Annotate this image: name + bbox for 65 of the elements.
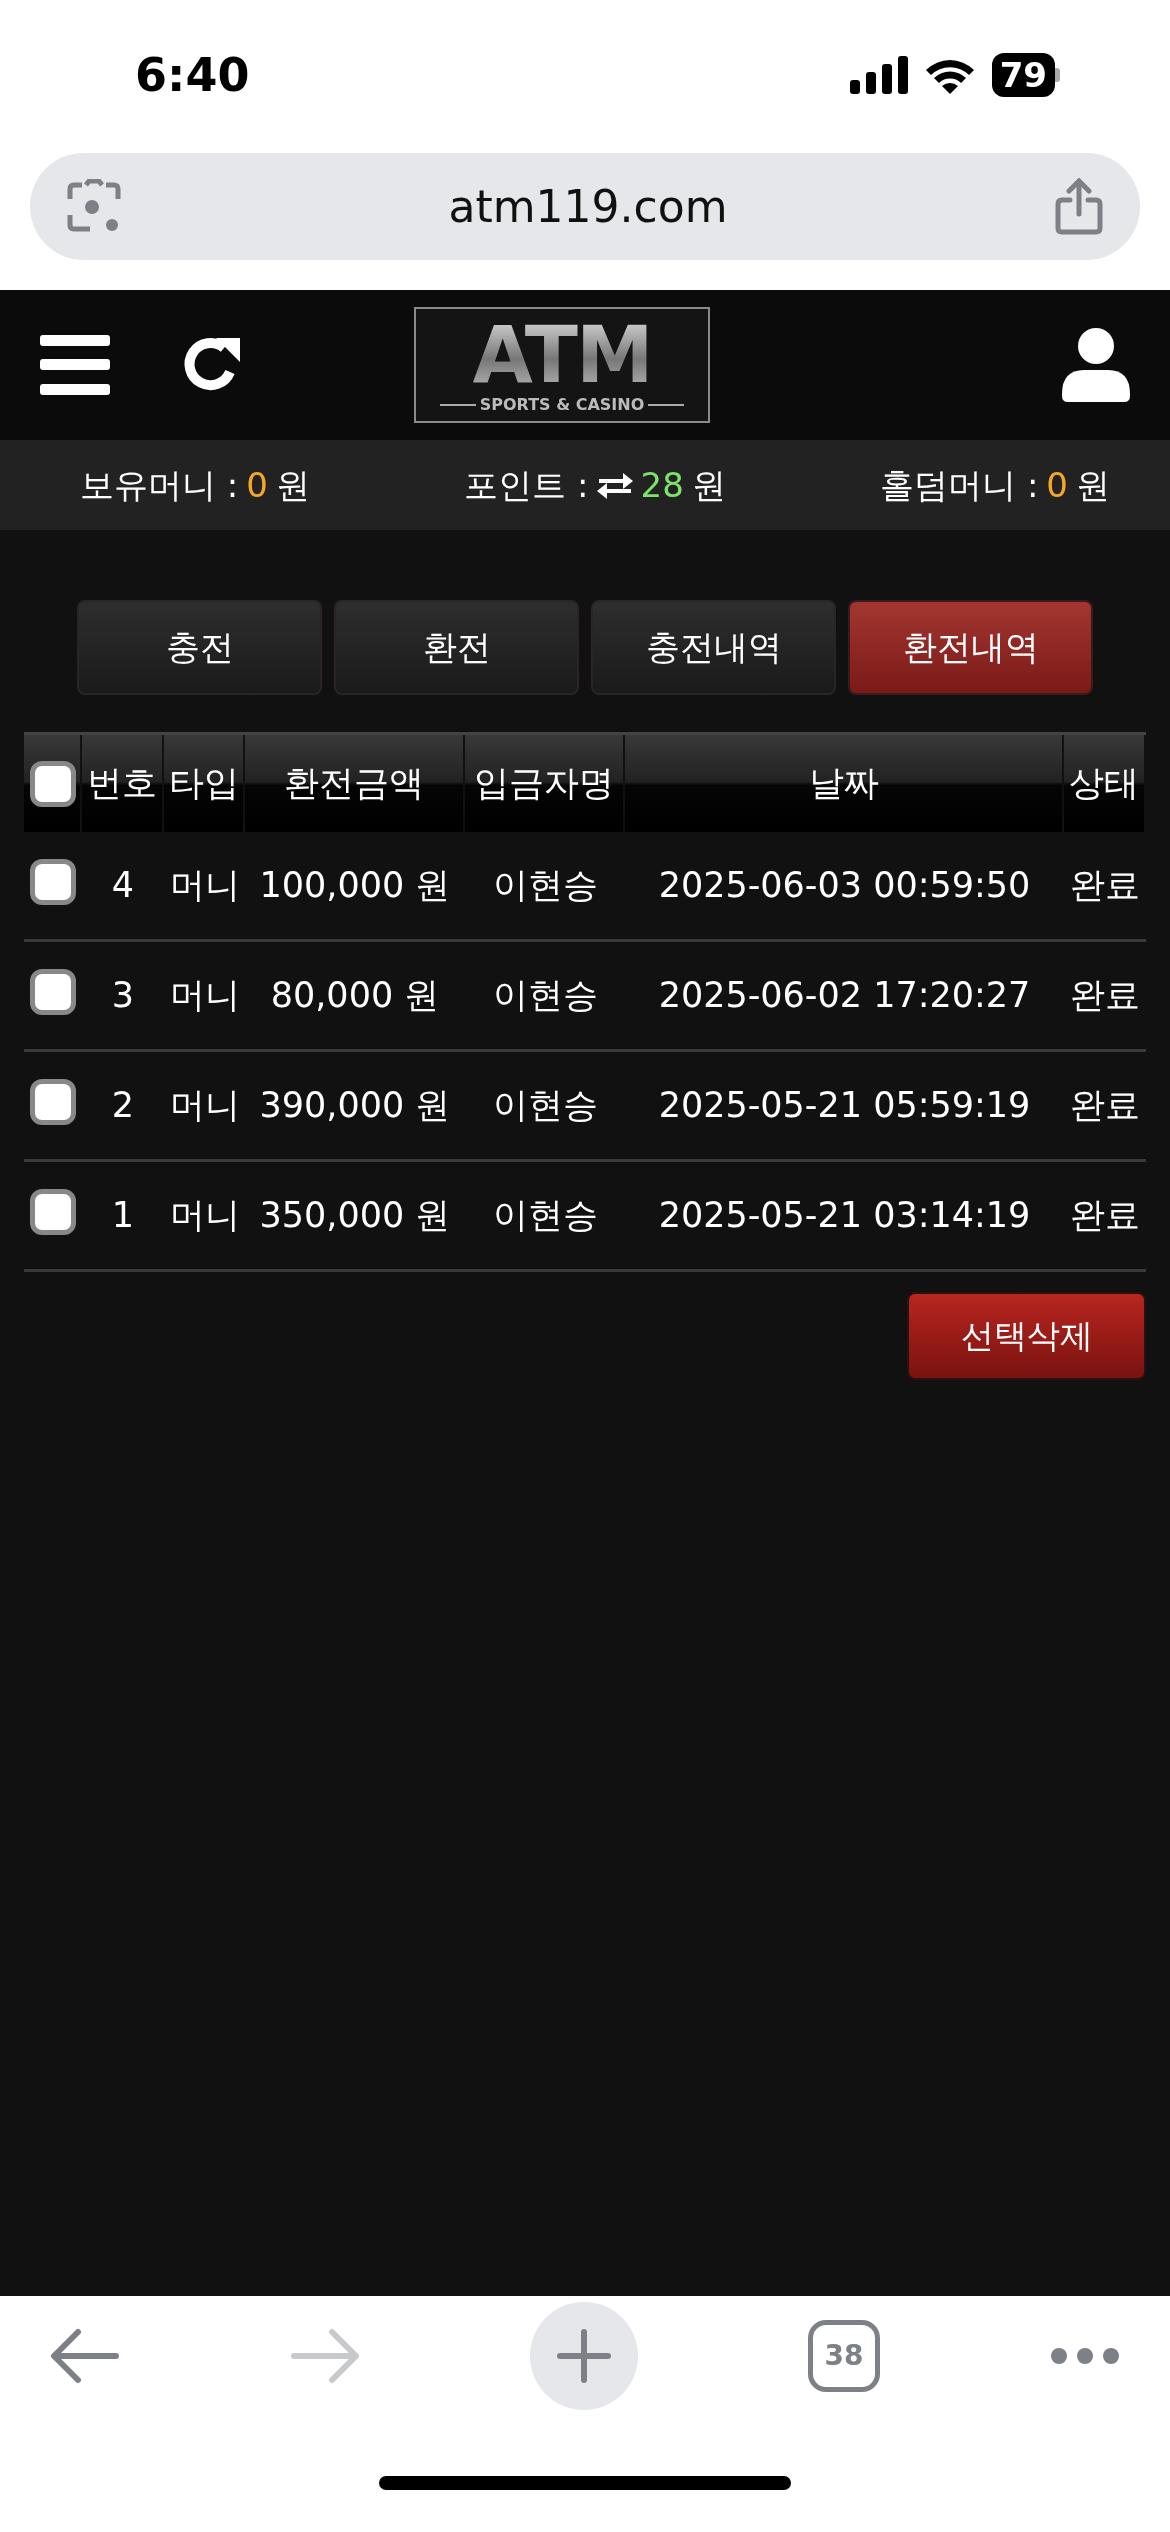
exchange-icon xyxy=(596,470,633,500)
balance-value: 0 xyxy=(246,463,268,507)
column-header: 날짜 xyxy=(625,735,1064,832)
balance-label: 포인트 : xyxy=(464,463,589,507)
checkbox[interactable] xyxy=(30,859,76,905)
column-header: 번호 xyxy=(82,735,164,832)
clock-time: 6:40 xyxy=(135,46,250,104)
currency-unit: 원 xyxy=(275,463,310,507)
back-button[interactable] xyxy=(50,2328,120,2384)
column-header: 타입 xyxy=(164,735,245,832)
balance-value: 28 xyxy=(640,463,684,507)
share-icon[interactable] xyxy=(1054,177,1104,236)
delete-selected-button[interactable]: 선택삭제 xyxy=(907,1292,1146,1380)
currency-unit: 원 xyxy=(691,463,726,507)
table-cell: 2025-05-21 05:59:19 xyxy=(658,1085,1031,1126)
table-cell: 머니 xyxy=(169,1195,240,1236)
table-cell: 완료 xyxy=(1070,975,1140,1016)
table-cell: 80,000 원 xyxy=(270,975,440,1016)
table-cell: 완료 xyxy=(1070,1085,1140,1126)
balance-label: 홀덤머니 : xyxy=(880,463,1039,507)
plus-icon xyxy=(556,2328,612,2384)
tab[interactable]: 충전 xyxy=(77,600,322,695)
table-cell: 완료 xyxy=(1070,1195,1140,1236)
table-cell: 머니 xyxy=(169,865,240,906)
column-header: 환전금액 xyxy=(245,735,465,832)
address-bar[interactable]: atm119.com xyxy=(30,153,1140,260)
balance-label: 보유머니 : xyxy=(80,463,239,507)
table-cell: 이현승 xyxy=(492,975,598,1016)
checkbox[interactable] xyxy=(30,1079,76,1125)
logo[interactable]: ATM SPORTS & CASINO xyxy=(414,307,710,423)
tab[interactable]: 환전 xyxy=(334,600,579,695)
checkbox[interactable] xyxy=(30,1189,76,1235)
checkbox[interactable] xyxy=(30,760,76,807)
table-cell: 이현승 xyxy=(492,865,598,906)
table-cell: 2025-06-02 17:20:27 xyxy=(658,975,1031,1016)
column-header: 상태 xyxy=(1064,735,1146,832)
table-cell: 완료 xyxy=(1070,865,1140,906)
table-cell: 이현승 xyxy=(492,1085,598,1126)
tab-count-button[interactable]: 38 xyxy=(808,2320,880,2392)
checkbox[interactable] xyxy=(30,969,76,1015)
tab[interactable]: 환전내역 xyxy=(848,600,1093,695)
column-header: 입금자명 xyxy=(465,735,625,832)
table-cell: 100,000 원 xyxy=(259,865,451,906)
table-cell: 350,000 원 xyxy=(259,1195,451,1236)
table-cell: 2025-06-03 00:59:50 xyxy=(658,865,1031,906)
balance-value: 0 xyxy=(1046,463,1068,507)
user-icon[interactable] xyxy=(1062,328,1130,402)
table-cell: 1 xyxy=(111,1195,135,1236)
camera-icon[interactable] xyxy=(66,178,122,235)
table-cell: 390,000 원 xyxy=(259,1085,451,1126)
table-cell: 2 xyxy=(111,1085,135,1126)
table-cell: 2025-05-21 03:14:19 xyxy=(658,1195,1031,1236)
more-button[interactable] xyxy=(1050,2347,1120,2365)
table-cell: 4 xyxy=(111,865,135,906)
table-cell: 이현승 xyxy=(492,1195,598,1236)
menu-icon[interactable] xyxy=(40,335,110,395)
table-cell: 3 xyxy=(111,975,135,1016)
battery-tip xyxy=(1055,68,1060,82)
tab[interactable]: 충전내역 xyxy=(591,600,836,695)
battery-level: 79 xyxy=(991,53,1055,97)
currency-unit: 원 xyxy=(1076,463,1110,507)
signal-icon xyxy=(849,56,908,94)
table-cell: 머니 xyxy=(169,1085,240,1126)
table-cell: 머니 xyxy=(169,975,240,1016)
url-text: atm119.com xyxy=(448,179,728,234)
